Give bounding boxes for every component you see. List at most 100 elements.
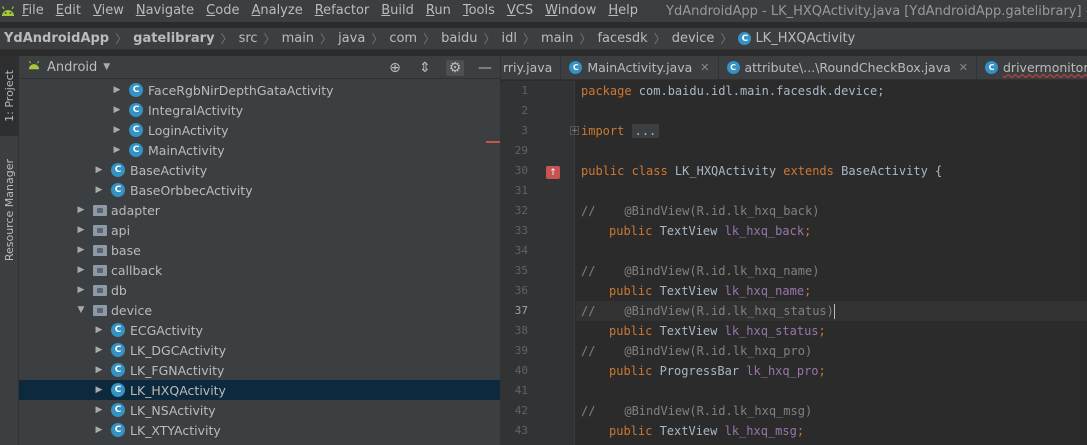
chevron-right-icon[interactable]: ▶ xyxy=(93,365,105,375)
locate-target-icon[interactable]: ⊕ xyxy=(386,60,404,76)
tree-item[interactable]: ▶ C MainActivity xyxy=(19,140,500,160)
breadcrumb-item[interactable]: baidu xyxy=(437,31,481,46)
breadcrumb-item[interactable]: main xyxy=(537,31,577,46)
chevron-right-icon[interactable]: ▶ xyxy=(75,285,87,295)
breadcrumb-item[interactable]: device xyxy=(668,31,719,46)
menu-help[interactable]: Help xyxy=(602,0,644,22)
editor-tab[interactable]: C MainActivity.java ✕ xyxy=(561,56,719,79)
chevron-down-icon[interactable]: ▼ xyxy=(75,305,87,315)
editor-tab[interactable]: C attribute\...\RoundCheckBox.java ✕ xyxy=(719,56,977,79)
resource-manager-tool-tab[interactable]: Resource Manager xyxy=(0,148,19,272)
tree-item[interactable]: ▶ C LK_NSActivity xyxy=(19,400,500,420)
menu-vcs[interactable]: VCS xyxy=(501,0,539,22)
line-number: 3 xyxy=(521,124,528,137)
android-icon xyxy=(27,59,41,75)
tree-item[interactable]: ▶ C BaseOrbbecActivity xyxy=(19,180,500,200)
breadcrumb-separator-icon: 〉 xyxy=(320,32,333,46)
text-caret xyxy=(833,304,835,319)
chevron-right-icon[interactable]: ▶ xyxy=(93,165,105,175)
class-icon: C xyxy=(111,423,125,437)
menu-code[interactable]: Code xyxy=(200,0,245,22)
chevron-right-icon[interactable]: ▶ xyxy=(75,265,87,275)
tree-item[interactable]: ▶ C FaceRgbNirDepthGataActivity xyxy=(19,80,500,100)
menu-edit[interactable]: Edit xyxy=(50,0,87,22)
gear-icon[interactable]: ⚙ xyxy=(446,59,464,76)
chevron-right-icon[interactable]: ▶ xyxy=(75,245,87,255)
class-icon: C xyxy=(726,61,740,74)
folder-icon xyxy=(93,304,107,316)
breadcrumb-item[interactable]: facesdk xyxy=(593,31,651,46)
tree-item[interactable]: ▶ C LK_DGCActivity xyxy=(19,340,500,360)
breadcrumb-item[interactable]: com xyxy=(385,31,421,46)
close-icon[interactable]: ✕ xyxy=(959,61,968,74)
breadcrumb-item[interactable]: gatelibrary xyxy=(129,31,218,46)
menu-window[interactable]: Window xyxy=(539,0,602,22)
implementation-marker-icon[interactable]: ↑ xyxy=(546,166,560,179)
line-number: 31 xyxy=(514,184,528,197)
menu-run[interactable]: Run xyxy=(420,0,457,22)
breadcrumb-separator-icon: 〉 xyxy=(423,32,436,46)
code-editor[interactable]: 1 2 3 29 30 31 32 33 34 35 36 37 38 39 4… xyxy=(501,81,1087,445)
chevron-right-icon[interactable]: ▶ xyxy=(93,405,105,415)
line-number: 36 xyxy=(514,284,528,297)
class-icon: C xyxy=(985,61,998,74)
menu-file[interactable]: File xyxy=(16,0,50,22)
hide-icon[interactable]: — xyxy=(476,60,494,76)
tree-item[interactable]: ▶ base xyxy=(19,240,500,260)
chevron-right-icon[interactable]: ▶ xyxy=(111,105,123,115)
tree-item[interactable]: ▶ C LK_HXQActivity xyxy=(19,380,500,400)
menu-navigate[interactable]: Navigate xyxy=(130,0,200,22)
code-line: public TextView lk_hxq_back; xyxy=(609,224,812,238)
project-view-selector[interactable]: Android xyxy=(47,60,97,75)
menu-refactor[interactable]: Refactor xyxy=(309,0,376,22)
error-stripe-mark[interactable] xyxy=(486,141,500,143)
chevron-right-icon[interactable]: ▶ xyxy=(93,325,105,335)
editor-tab[interactable]: C drivermonitor\...\R xyxy=(977,56,1087,79)
tree-item[interactable]: ▶ db xyxy=(19,280,500,300)
chevron-right-icon[interactable]: ▶ xyxy=(93,385,105,395)
menu-analyze[interactable]: Analyze xyxy=(245,0,308,22)
tree-item[interactable]: ▼ device xyxy=(19,300,500,320)
tree-item[interactable]: ▶ C LK_XTYActivity xyxy=(19,420,500,440)
tree-item[interactable]: ▶ C LK_FGNActivity xyxy=(19,360,500,380)
class-icon: C xyxy=(111,363,125,377)
chevron-right-icon[interactable]: ▶ xyxy=(111,145,123,155)
breadcrumb-item[interactable]: YdAndroidApp xyxy=(0,31,113,46)
chevron-right-icon[interactable]: ▶ xyxy=(75,225,87,235)
tree-item[interactable]: ▶ C IntegralActivity xyxy=(19,100,500,120)
fold-expand-icon[interactable]: + xyxy=(570,126,579,136)
breadcrumb-item[interactable]: src xyxy=(235,31,262,46)
menu-build[interactable]: Build xyxy=(375,0,420,22)
chevron-right-icon[interactable]: ▶ xyxy=(75,205,87,215)
collapse-all-icon[interactable]: ⇕ xyxy=(416,60,434,76)
line-number: 30 xyxy=(514,164,528,177)
chevron-right-icon[interactable]: ▶ xyxy=(93,425,105,435)
tree-item[interactable]: ▶ adapter xyxy=(19,200,500,220)
chevron-right-icon[interactable]: ▶ xyxy=(111,125,123,135)
tree-item[interactable]: ▶ C BaseActivity xyxy=(19,160,500,180)
chevron-right-icon[interactable]: ▶ xyxy=(93,185,105,195)
breadcrumb-item[interactable]: idl xyxy=(497,31,520,46)
tree-item-label: LK_HXQActivity xyxy=(130,382,226,398)
editor-tab[interactable]: rriy.java xyxy=(501,56,562,79)
breadcrumb-item[interactable]: java xyxy=(334,31,369,46)
chevron-right-icon[interactable]: ▶ xyxy=(93,345,105,355)
breadcrumb-separator-icon: 〉 xyxy=(522,32,535,46)
code-line: public ProgressBar lk_hxq_pro; xyxy=(609,364,826,378)
tree-item[interactable]: ▶ callback xyxy=(19,260,500,280)
tree-item[interactable]: ▶ C ECGActivity xyxy=(19,320,500,340)
folded-imports[interactable]: ... xyxy=(631,124,660,138)
close-icon[interactable]: ✕ xyxy=(700,61,709,74)
tree-item-label: ECGActivity xyxy=(130,322,204,338)
breadcrumb-item-current[interactable]: C LK_HXQActivity xyxy=(734,31,859,46)
chevron-right-icon[interactable]: ▶ xyxy=(111,85,123,95)
project-tool-tab[interactable]: 1: Project xyxy=(0,56,19,136)
chevron-down-icon[interactable]: ▼ xyxy=(103,62,110,72)
menu-tools[interactable]: Tools xyxy=(457,0,501,22)
menu-view[interactable]: View xyxy=(87,0,130,22)
code-line: public TextView lk_hxq_name; xyxy=(609,284,812,298)
tree-item-label: LK_XTYActivity xyxy=(130,422,221,438)
tree-item[interactable]: ▶ C LoginActivity xyxy=(19,120,500,140)
breadcrumb-item[interactable]: main xyxy=(278,31,318,46)
tree-item[interactable]: ▶ api xyxy=(19,220,500,240)
